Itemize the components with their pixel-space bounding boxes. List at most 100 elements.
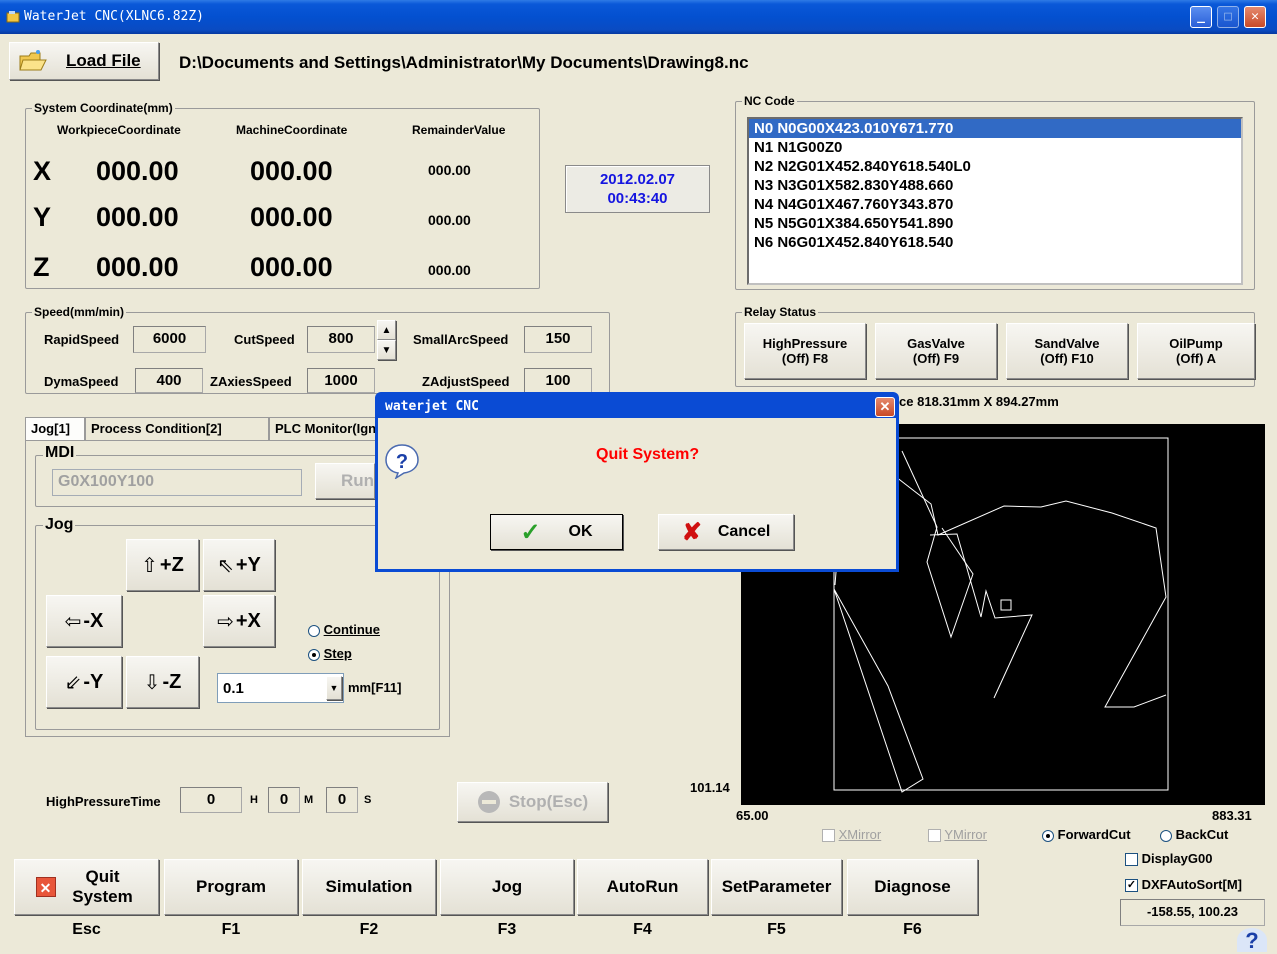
date-text: 2012.02.07 [599, 171, 676, 188]
minimize-button[interactable]: _ [1190, 6, 1212, 28]
jog-minus-y-button[interactable]: ⇙ -Y [46, 656, 122, 708]
program-button[interactable]: Program [164, 859, 298, 915]
header-machine: MachineCoordinate [236, 123, 348, 137]
nc-line[interactable]: N1 N1G00Z0 [749, 138, 1241, 157]
xmirror-checkbox[interactable]: XMirror [822, 827, 882, 843]
dialog-cancel-button[interactable]: ✘ Cancel [658, 514, 794, 550]
checkbox-box [822, 829, 835, 843]
arrow-down-icon: ⇩ [143, 671, 161, 694]
cancel-label: Cancel [717, 523, 771, 540]
relay-line2: (Off) F10 [1040, 351, 1094, 366]
title-bar[interactable]: WaterJet CNC(XLNC6.82Z) _ □ ✕ [0, 0, 1277, 34]
step-radio[interactable]: Step [308, 646, 352, 661]
xmirror-label: XMirror [838, 827, 882, 842]
display-g00-checkbox[interactable]: DisplayG00 [1125, 851, 1212, 867]
jog-plus-y-button[interactable]: ⇖ +Y [203, 539, 275, 591]
step-label: Step [323, 646, 352, 661]
forward-cut-radio[interactable]: ForwardCut [1042, 827, 1131, 842]
set-parameter-key-label: F5 [767, 921, 786, 938]
jog-minus-z-button[interactable]: ⇩ -Z [126, 656, 199, 708]
canvas-ymax-label: 101.14 [690, 780, 730, 795]
cut-speed-value[interactable]: 800 [307, 326, 375, 353]
dxf-auto-sort-checkbox[interactable]: ✓ DXFAutoSort[M] [1125, 877, 1242, 893]
stop-button[interactable]: Stop(Esc) [457, 782, 608, 822]
load-file-button[interactable]: Load File [9, 42, 159, 80]
cut-speed-down-button[interactable]: ▼ [377, 340, 396, 360]
hp-minutes-unit: M [304, 794, 314, 806]
mdi-input[interactable]: G0X100Y100 [52, 469, 302, 496]
step-value-select[interactable]: 0.1 ▼ [217, 673, 344, 703]
nc-line[interactable]: N0 N0G00X423.010Y671.770 [749, 119, 1241, 138]
dxf-auto-sort-label: DXFAutoSort[M] [1141, 877, 1242, 892]
simulation-button[interactable]: Simulation [302, 859, 436, 915]
gas-valve-button[interactable]: GasValve (Off) F9 [875, 323, 997, 379]
dialog-ok-button[interactable]: ✓ OK [490, 514, 623, 550]
oil-pump-button[interactable]: OilPump (Off) A [1137, 323, 1255, 379]
remainder-x: 000.00 [428, 162, 471, 178]
checkbox-box [1125, 853, 1138, 867]
dyma-speed-value[interactable]: 400 [135, 368, 203, 393]
rapid-speed-label: RapidSpeed [44, 332, 120, 347]
jog-plus-z-button[interactable]: ⇧ +Z [126, 539, 199, 591]
forward-cut-label: ForwardCut [1057, 827, 1131, 842]
step-value: 0.1 [223, 680, 244, 697]
back-cut-radio[interactable]: BackCut [1160, 827, 1228, 842]
nc-line[interactable]: N2 N2G01X452.840Y618.540L0 [749, 157, 1241, 176]
zadjust-speed-value[interactable]: 100 [524, 368, 592, 393]
autorun-button[interactable]: AutoRun [577, 859, 708, 915]
nc-line[interactable]: N4 N4G01X467.760Y343.870 [749, 195, 1241, 214]
jog-key-label: F3 [497, 921, 517, 938]
tab-process-condition[interactable]: Process Condition[2] [85, 417, 269, 441]
machine-x: 000.00 [250, 156, 333, 186]
header-remainder: RemainderValue [412, 123, 506, 137]
maximize-button: □ [1217, 6, 1239, 28]
diagnose-button[interactable]: Diagnose [847, 859, 978, 915]
arrow-down-left-icon: ⇙ [64, 671, 82, 694]
cursor-coordinate: -158.55, 100.23 [1120, 899, 1265, 926]
checkbox-box [928, 829, 941, 843]
nc-line[interactable]: N3 N3G01X582.830Y488.660 [749, 176, 1241, 195]
arrow-up-left-icon: ⇖ [217, 554, 234, 577]
zadjust-speed-label: ZAdjustSpeed [422, 374, 510, 389]
ymirror-checkbox[interactable]: YMirror [928, 827, 987, 843]
cut-speed-up-button[interactable]: ▲ [377, 320, 396, 340]
svg-text:?: ? [396, 451, 408, 473]
dyma-speed-label: DymaSpeed [44, 374, 119, 389]
hp-hours-unit: H [250, 794, 258, 806]
jog-minus-x-button[interactable]: ⇦ -X [46, 595, 122, 647]
checkmark-icon: ✓ [1125, 879, 1138, 893]
nc-line[interactable]: N6 N6G01X452.840Y618.540 [749, 233, 1241, 252]
dialog-close-button[interactable]: ✕ [875, 397, 895, 417]
workpiece-x: 000.00 [96, 156, 179, 186]
remainder-y: 000.00 [428, 212, 471, 228]
mdi-run-button[interactable]: Run [315, 463, 375, 499]
file-path: D:\Documents and Settings\Administrator\… [179, 53, 749, 72]
zaxies-speed-value[interactable]: 1000 [307, 368, 375, 393]
dialog-title: waterjet CNC [385, 399, 479, 414]
help-icon[interactable]: ? [1237, 928, 1267, 953]
nc-line[interactable]: N5 N5G01X384.650Y541.890 [749, 214, 1241, 233]
jog-plus-x-button[interactable]: ⇨ +X [203, 595, 275, 647]
jog-label: -Z [162, 670, 182, 693]
jog-label: +Z [159, 553, 184, 576]
set-parameter-button[interactable]: SetParameter [711, 859, 842, 915]
quit-key-label: Esc [72, 921, 101, 938]
close-window-button[interactable]: ✕ [1244, 6, 1266, 28]
program-key-label: F1 [221, 921, 241, 938]
relay-line1: HighPressure [762, 336, 848, 351]
tab-jog[interactable]: Jog[1] [25, 417, 85, 441]
quit-system-button[interactable]: ✕ Quit System [14, 859, 159, 915]
nc-code-list[interactable]: N0 N0G00X423.010Y671.770 N1 N1G00Z0 N2 N… [747, 117, 1243, 285]
canvas-xmin-label: 65.00 [736, 808, 769, 823]
small-arc-speed-value[interactable]: 150 [524, 326, 592, 353]
jog-button[interactable]: Jog [440, 859, 574, 915]
arrow-right-icon: ⇨ [217, 610, 234, 633]
high-pressure-button[interactable]: HighPressure (Off) F8 [744, 323, 866, 379]
continue-label: Continue [323, 622, 380, 637]
continue-radio[interactable]: Continue [308, 622, 380, 637]
sand-valve-button[interactable]: SandValve (Off) F10 [1006, 323, 1128, 379]
workpiece-y: 000.00 [96, 202, 179, 232]
rapid-speed-value[interactable]: 6000 [133, 326, 206, 353]
ok-label: OK [568, 523, 593, 540]
chevron-down-icon[interactable]: ▼ [326, 676, 342, 700]
